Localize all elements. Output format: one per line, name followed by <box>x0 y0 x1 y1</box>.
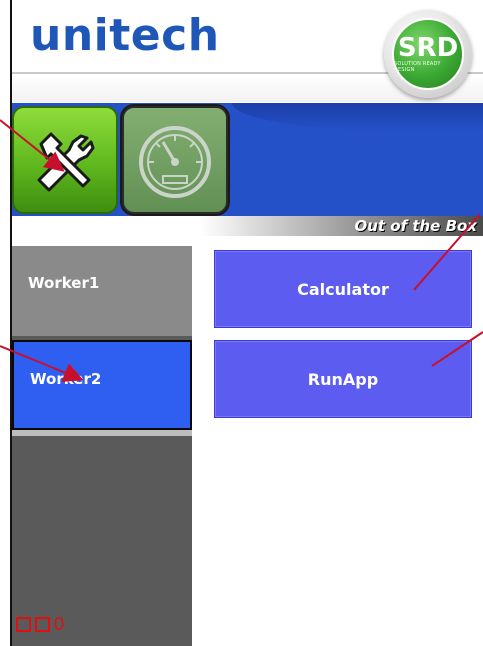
status-indicator: 0 <box>16 614 64 635</box>
tools-app-button[interactable] <box>12 106 118 214</box>
status-box-1 <box>16 617 31 632</box>
toolbar-caption: Out of the Box <box>354 217 477 235</box>
worker-item-2[interactable]: Worker2 <box>12 340 192 430</box>
srd-logo-subtext: SOLUTION READY DESIGN <box>394 61 441 73</box>
gauge-icon <box>139 126 211 198</box>
action-panel: Calculator RunApp <box>192 236 483 646</box>
tools-icon <box>37 132 95 192</box>
runapp-button[interactable]: RunApp <box>214 340 472 418</box>
srd-logo: SRD SOLUTION READY DESIGN <box>384 10 472 98</box>
srd-logo-text: SRD <box>397 33 459 63</box>
caption-strip: Out of the Box <box>12 216 483 236</box>
worker-item-1[interactable]: Worker1 <box>12 246 192 336</box>
status-count: 0 <box>54 614 65 634</box>
gauge-app-button[interactable] <box>122 106 228 214</box>
calculator-button[interactable]: Calculator <box>214 250 472 328</box>
brand-logo: unitech <box>30 10 220 61</box>
status-box-2 <box>35 617 50 632</box>
worker-list: Worker1 Worker2 <box>12 240 192 646</box>
